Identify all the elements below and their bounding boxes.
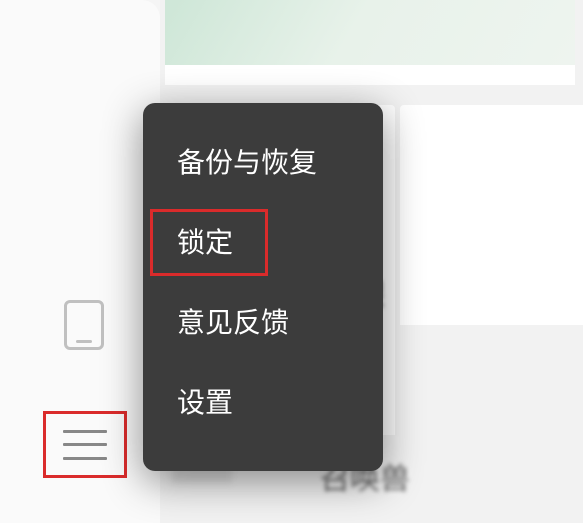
hamburger-menu-button[interactable] — [63, 430, 107, 460]
content-card-right — [400, 105, 583, 325]
menu-item-feedback[interactable]: 意见反馈 — [143, 283, 383, 363]
hamburger-highlight — [43, 411, 127, 478]
menu-item-backup-restore[interactable]: 备份与恢复 — [143, 123, 383, 203]
menu-item-lock[interactable]: 锁定 — [143, 203, 383, 283]
menu-item-settings[interactable]: 设置 — [143, 363, 383, 443]
top-card — [165, 0, 575, 85]
device-icon[interactable] — [64, 300, 104, 350]
context-menu: 备份与恢复 锁定 意见反馈 设置 — [143, 103, 383, 471]
